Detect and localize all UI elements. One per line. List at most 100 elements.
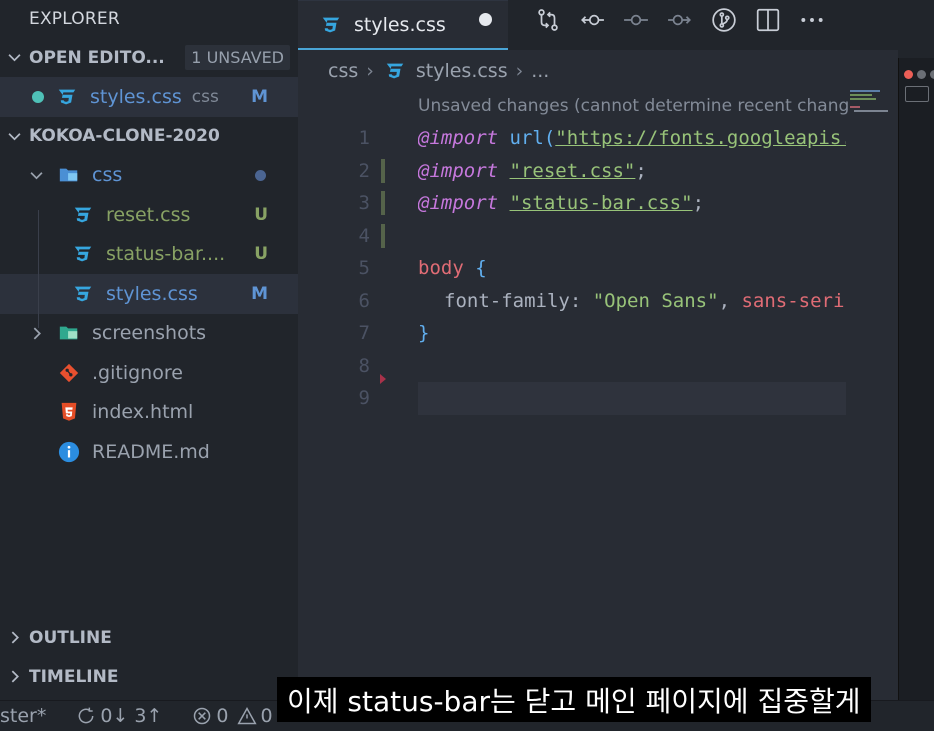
unsaved-dot-icon[interactable] bbox=[479, 13, 492, 26]
file-name: index.html bbox=[92, 401, 194, 424]
secondary-panel bbox=[898, 58, 934, 700]
editor-area: styles.css css › styles.css › ... Unsave… bbox=[298, 0, 898, 700]
chevron-right-icon bbox=[0, 631, 29, 644]
folder-images-icon bbox=[56, 320, 82, 346]
current-line-highlight bbox=[418, 382, 846, 415]
folder-css-icon bbox=[56, 162, 82, 188]
project-section[interactable]: KOKOA-CLONE-2020 bbox=[0, 117, 298, 156]
css-file-icon bbox=[382, 58, 408, 84]
css-file-icon bbox=[70, 241, 96, 267]
breadcrumb-file[interactable]: styles.css bbox=[416, 60, 508, 82]
file-gitignore[interactable]: .gitignore bbox=[0, 353, 298, 393]
token-property: font-family: bbox=[444, 289, 582, 312]
git-graph-icon[interactable] bbox=[702, 0, 746, 40]
tab-label: styles.css bbox=[354, 13, 446, 36]
open-editor-item-styles[interactable]: styles.css css M bbox=[0, 77, 298, 117]
gutter-added-marker[interactable] bbox=[381, 223, 385, 248]
breadcrumb-separator-icon: › bbox=[515, 60, 524, 82]
chevron-right-icon bbox=[24, 327, 48, 340]
line-number: 2 bbox=[358, 159, 370, 182]
open-editor-filename: styles.css bbox=[90, 85, 182, 108]
token-punctuation: ; bbox=[635, 159, 647, 182]
token-keyword: @import bbox=[418, 127, 499, 149]
compare-changes-icon[interactable] bbox=[526, 0, 570, 40]
next-change-icon[interactable] bbox=[658, 0, 702, 40]
timeline-section[interactable]: TIMELINE bbox=[0, 657, 298, 696]
line-number: 4 bbox=[358, 224, 370, 247]
line-number: 3 bbox=[358, 192, 370, 214]
git-branch[interactable]: ster* bbox=[0, 705, 46, 727]
breadcrumb-more[interactable]: ... bbox=[531, 60, 549, 82]
token-string[interactable]: "reset.css" bbox=[510, 160, 636, 182]
split-editor-icon[interactable] bbox=[746, 0, 790, 40]
css-file-icon bbox=[70, 281, 96, 307]
chevron-down-icon bbox=[24, 169, 48, 182]
file-reset-css[interactable]: reset.css U bbox=[0, 195, 298, 235]
modified-status: M bbox=[251, 283, 268, 304]
line-number: 8 bbox=[358, 354, 370, 377]
tab-bar: styles.css bbox=[298, 0, 898, 50]
token-function: url( bbox=[509, 127, 556, 149]
file-name: reset.css bbox=[106, 203, 191, 226]
tab-styles-css[interactable]: styles.css bbox=[298, 0, 508, 50]
file-readme[interactable]: README.md bbox=[0, 432, 298, 472]
file-index-html[interactable]: index.html bbox=[0, 393, 298, 433]
folder-screenshots[interactable]: screenshots bbox=[0, 314, 298, 354]
gutter-added-marker[interactable] bbox=[381, 158, 385, 183]
sync-counts: 0↓ 3↑ bbox=[100, 705, 163, 727]
breadcrumb-separator-icon: › bbox=[366, 60, 374, 82]
code-line: 3 @import "status-bar.css"; bbox=[298, 187, 846, 220]
line-number: 1 bbox=[358, 127, 370, 149]
code-line: 9 bbox=[298, 382, 846, 415]
project-label: KOKOA-CLONE-2020 bbox=[29, 126, 220, 146]
maximize-window-icon[interactable] bbox=[930, 70, 934, 79]
problems-status[interactable]: 0 0 bbox=[192, 705, 273, 727]
explorer-sidebar: EXPLORER OPEN EDITO... 1 UNSAVED styles.… bbox=[0, 0, 298, 700]
commit-icon[interactable] bbox=[614, 0, 658, 40]
window-controls bbox=[904, 70, 934, 79]
sync-status[interactable]: 0↓ 3↑ bbox=[76, 705, 162, 727]
code-line: 2 @import "reset.css"; bbox=[298, 155, 846, 188]
timeline-label: TIMELINE bbox=[29, 666, 119, 687]
open-editors-section[interactable]: OPEN EDITO... 1 UNSAVED bbox=[0, 38, 298, 77]
css-file-icon bbox=[70, 202, 96, 228]
sidebar-toggle-icon[interactable] bbox=[905, 86, 929, 102]
line-number: 7 bbox=[358, 322, 370, 344]
token-brace: { bbox=[475, 257, 487, 279]
breadcrumb-folder[interactable]: css bbox=[328, 60, 358, 82]
more-actions-icon[interactable] bbox=[790, 0, 834, 40]
file-name: README.md bbox=[92, 440, 210, 463]
token-keyword: @import bbox=[418, 159, 499, 182]
gutter-added-marker[interactable] bbox=[381, 191, 385, 215]
token-brace: } bbox=[418, 322, 430, 344]
code-line: 5 body { bbox=[298, 252, 846, 285]
git-icon bbox=[56, 360, 82, 386]
minimize-window-icon[interactable] bbox=[917, 70, 926, 79]
codelens-blame[interactable]: Unsaved changes (cannot determine recent… bbox=[418, 96, 848, 116]
file-styles-css[interactable]: styles.css M bbox=[0, 274, 298, 314]
code-editor[interactable]: 1 @import url("https://fonts.googleapis.… bbox=[298, 122, 846, 415]
code-line: 4 bbox=[298, 220, 846, 253]
folder-css-label: css bbox=[92, 164, 123, 187]
previous-change-icon[interactable] bbox=[570, 0, 614, 40]
token-string[interactable]: "status-bar.css" bbox=[510, 192, 693, 214]
outline-section[interactable]: OUTLINE bbox=[0, 618, 298, 657]
folder-css[interactable]: css bbox=[0, 156, 298, 196]
modified-status: M bbox=[251, 86, 268, 107]
unsaved-dot-icon bbox=[32, 90, 44, 103]
close-window-icon[interactable] bbox=[904, 70, 913, 79]
file-name: .gitignore bbox=[92, 361, 183, 384]
token-punctuation: ; bbox=[692, 192, 705, 214]
warning-icon bbox=[236, 706, 257, 725]
file-status-bar-css[interactable]: status-bar.... U bbox=[0, 235, 298, 275]
explorer-title: EXPLORER bbox=[29, 9, 120, 29]
unsaved-badge: 1 UNSAVED bbox=[185, 45, 290, 70]
line-number: 6 bbox=[358, 289, 370, 312]
token-selector: body bbox=[418, 257, 464, 279]
chevron-down-icon bbox=[0, 51, 29, 64]
token-string[interactable]: "https://fonts.googleapis.com/css2?famil… bbox=[555, 127, 846, 149]
file-name: styles.css bbox=[106, 282, 198, 305]
outline-label: OUTLINE bbox=[29, 627, 112, 648]
css-file-icon bbox=[54, 84, 80, 110]
minimap[interactable] bbox=[846, 88, 898, 128]
